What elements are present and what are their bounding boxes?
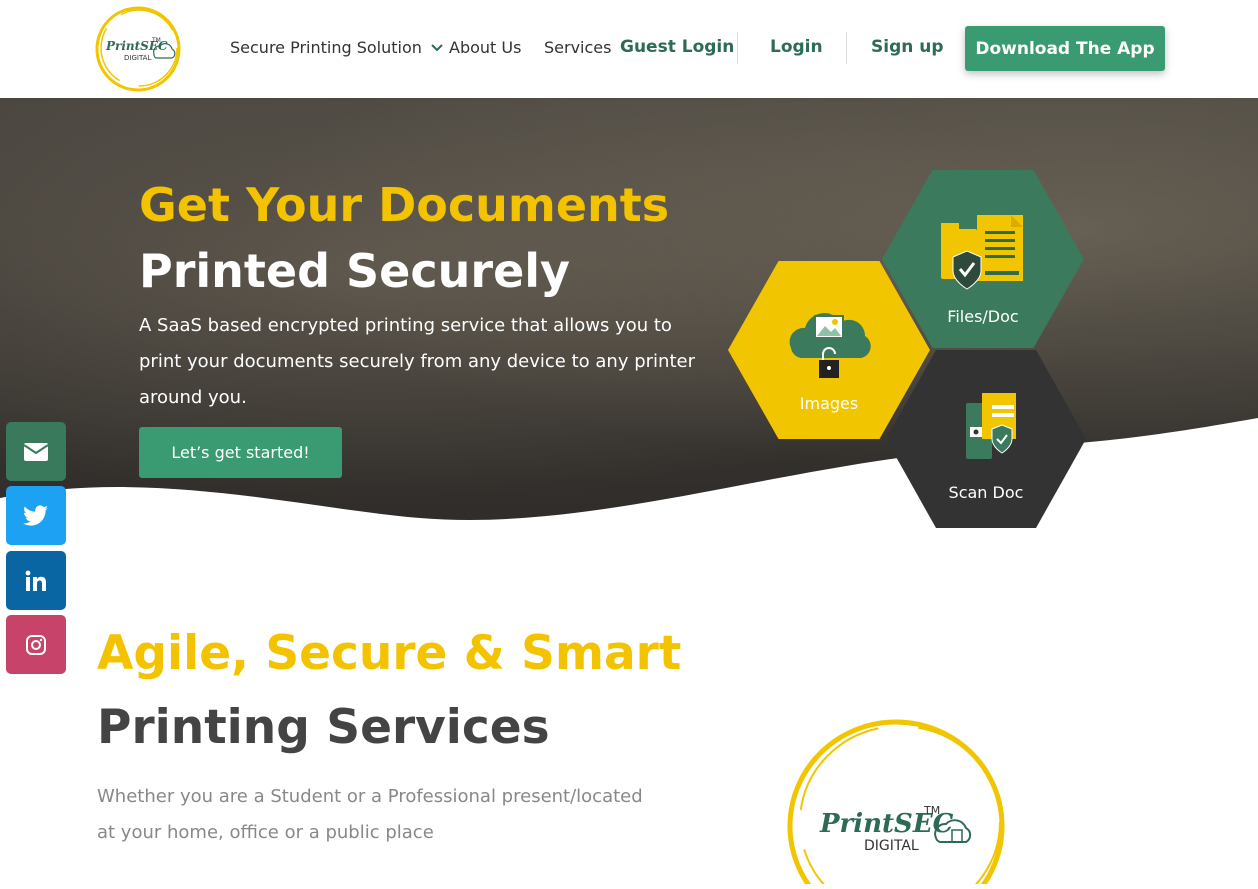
social-twitter[interactable] [6, 486, 66, 545]
section-description: Whether you are a Student or a Professio… [97, 786, 643, 843]
logo-sub: DIGITAL [124, 54, 151, 62]
hex-scan-label: Scan Doc [948, 483, 1024, 502]
get-started-button[interactable]: Let’s get started! [139, 427, 342, 478]
hero-section: Get Your Documents Printed Securely A Sa… [0, 98, 1258, 538]
nav-guest-login[interactable]: Guest Login [620, 37, 734, 57]
nav-divider [737, 32, 738, 64]
nav-signup[interactable]: Sign up [871, 37, 944, 57]
scan-phone-icon [966, 393, 1016, 459]
linkedin-icon [25, 570, 46, 591]
hex-files-label: Files/Doc [947, 307, 1019, 326]
social-linkedin[interactable] [6, 551, 66, 610]
nav-about[interactable]: About Us [449, 38, 521, 57]
hero-title-line2: Printed Securely [139, 244, 571, 298]
folder-document-icon [941, 215, 1023, 290]
download-app-button[interactable]: Download The App [965, 26, 1165, 71]
social-email[interactable] [6, 422, 66, 481]
large-logo: PrintSEC TM DIGITAL [784, 714, 1014, 889]
nav-login[interactable]: Login [770, 37, 823, 57]
hero-description: A SaaS based encrypted printing service … [139, 315, 695, 408]
chevron-down-icon [431, 44, 443, 52]
logo[interactable]: PrintSEC TM DIGITAL [92, 4, 184, 94]
twitter-icon [23, 504, 48, 526]
nav-services[interactable]: Services [544, 38, 611, 57]
site-header: PrintSEC TM DIGITAL Secure Printing Solu… [0, 0, 1258, 98]
large-logo-tm: TM [923, 804, 940, 817]
large-logo-sub: DIGITAL [864, 838, 919, 854]
instagram-icon [26, 634, 46, 655]
section-title-line1: Agile, Secure & Smart [97, 626, 682, 681]
cloud-image-lock-icon [789, 313, 871, 378]
section-title-line2: Printing Services [97, 700, 550, 755]
social-instagram[interactable] [6, 615, 66, 674]
nav-divider [846, 32, 847, 64]
logo-tm: TM [151, 37, 161, 44]
hex-images-label: Images [799, 394, 859, 413]
nav-secure-printing-label: Secure Printing Solution [230, 38, 422, 57]
envelope-icon [23, 442, 49, 461]
hero-title-line1: Get Your Documents [139, 178, 670, 232]
nav-secure-printing[interactable]: Secure Printing Solution [230, 38, 443, 57]
